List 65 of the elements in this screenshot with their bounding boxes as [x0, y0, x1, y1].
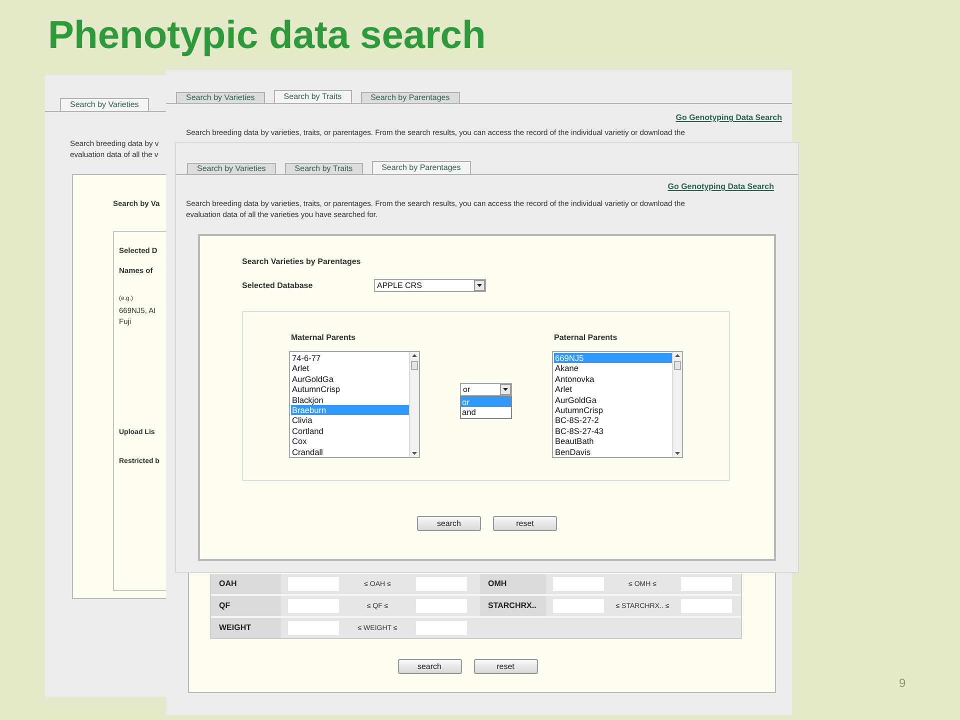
listbox[interactable]: 669NJ5 Akane Antonovka Arlet AurGoldGa AutumnCrisp BC-8S-27-2 BC-8S-27-43 BeautBath BenDavis — [552, 351, 683, 458]
form-button[interactable]: reset — [474, 659, 538, 674]
scroll-up-icon[interactable] — [412, 354, 417, 357]
database-select[interactable]: APPLE CRS — [374, 279, 486, 292]
list-option[interactable]: AurGoldGa — [291, 374, 409, 384]
list-option[interactable]: AurGoldGa — [554, 394, 672, 405]
scrollbar[interactable] — [409, 352, 419, 457]
tab[interactable]: Search by Varieties — [176, 92, 265, 103]
tab[interactable]: Search by Varieties — [187, 163, 276, 174]
trait-name: WEIGHT — [211, 618, 281, 638]
min-field[interactable] — [288, 621, 339, 635]
column-label: Maternal Parents — [291, 333, 356, 342]
operator-select[interactable]: or — [460, 383, 512, 396]
tab[interactable]: Search by Traits — [284, 163, 363, 174]
listbox[interactable]: 74-6-77 Arlet AurGoldGa AutumnCrisp Blackjon Braeburn Clivia Cortland Cox Crandall — [289, 351, 420, 458]
column-label: Paternal Parents — [554, 333, 618, 342]
max-field[interactable] — [416, 599, 467, 613]
scroll-down-icon[interactable] — [675, 452, 680, 455]
trait-name: OMH — [480, 574, 546, 594]
dropdown-option[interactable]: and — [461, 407, 511, 418]
form-button[interactable]: reset — [493, 516, 557, 531]
list-option[interactable]: BC-8S-27-43 — [554, 426, 672, 436]
scroll-down-icon[interactable] — [412, 452, 417, 455]
genotyping-link[interactable]: Go Genotyping Data Search — [668, 182, 774, 191]
list-option[interactable]: Arlet — [291, 363, 409, 374]
scroll-thumb[interactable] — [674, 361, 681, 370]
tab[interactable]: Search by Traits — [274, 90, 352, 103]
trait-name: QF — [211, 596, 281, 616]
trait-name: STARCHRX.. — [480, 596, 546, 616]
scroll-up-icon[interactable] — [675, 354, 680, 357]
section-heading: Search Varieties by Parentages — [242, 257, 362, 266]
list-option[interactable]: Blackjon — [291, 394, 409, 405]
form-button[interactable]: search — [398, 659, 462, 674]
scroll-thumb[interactable] — [411, 361, 418, 370]
tab[interactable]: Search by Parentages — [372, 161, 471, 174]
trait-name: OAH — [211, 574, 281, 594]
form-button[interactable]: search — [417, 516, 481, 531]
tab[interactable]: Search by Varieties — [60, 98, 149, 111]
max-field[interactable] — [416, 621, 467, 635]
list-option[interactable]: Clivia — [291, 415, 409, 426]
page-number: 9 — [899, 676, 906, 690]
list-option[interactable]: Cox — [291, 436, 409, 447]
slide-title: Phenotypic data search — [48, 14, 486, 58]
list-option[interactable]: AutumnCrisp — [554, 404, 672, 416]
list-option[interactable]: BeautBath — [554, 436, 672, 447]
list-option[interactable]: BC-8S-27-2 — [554, 415, 672, 426]
max-field[interactable] — [681, 599, 732, 613]
list-option[interactable]: Cortland — [291, 426, 409, 436]
list-option[interactable]: Akane — [554, 363, 672, 374]
min-field[interactable] — [553, 577, 604, 591]
genotyping-link[interactable]: Go Genotyping Data Search — [676, 113, 782, 122]
field-label: Selected Database — [242, 281, 314, 290]
list-option[interactable]: Crandall — [291, 446, 409, 457]
list-option[interactable]: BenDavis — [554, 446, 672, 457]
min-field[interactable] — [553, 599, 604, 613]
list-option[interactable]: AutumnCrisp — [291, 384, 409, 395]
min-field[interactable] — [288, 599, 339, 613]
max-field[interactable] — [681, 577, 732, 591]
list-option[interactable]: Antonovka — [554, 374, 672, 384]
max-field[interactable] — [416, 577, 467, 591]
min-field[interactable] — [288, 577, 339, 591]
list-option[interactable]: Arlet — [554, 384, 672, 395]
list-option[interactable]: 74-6-77 — [291, 353, 409, 364]
scrollbar[interactable] — [672, 352, 682, 457]
tab[interactable]: Search by Parentages — [360, 92, 460, 103]
